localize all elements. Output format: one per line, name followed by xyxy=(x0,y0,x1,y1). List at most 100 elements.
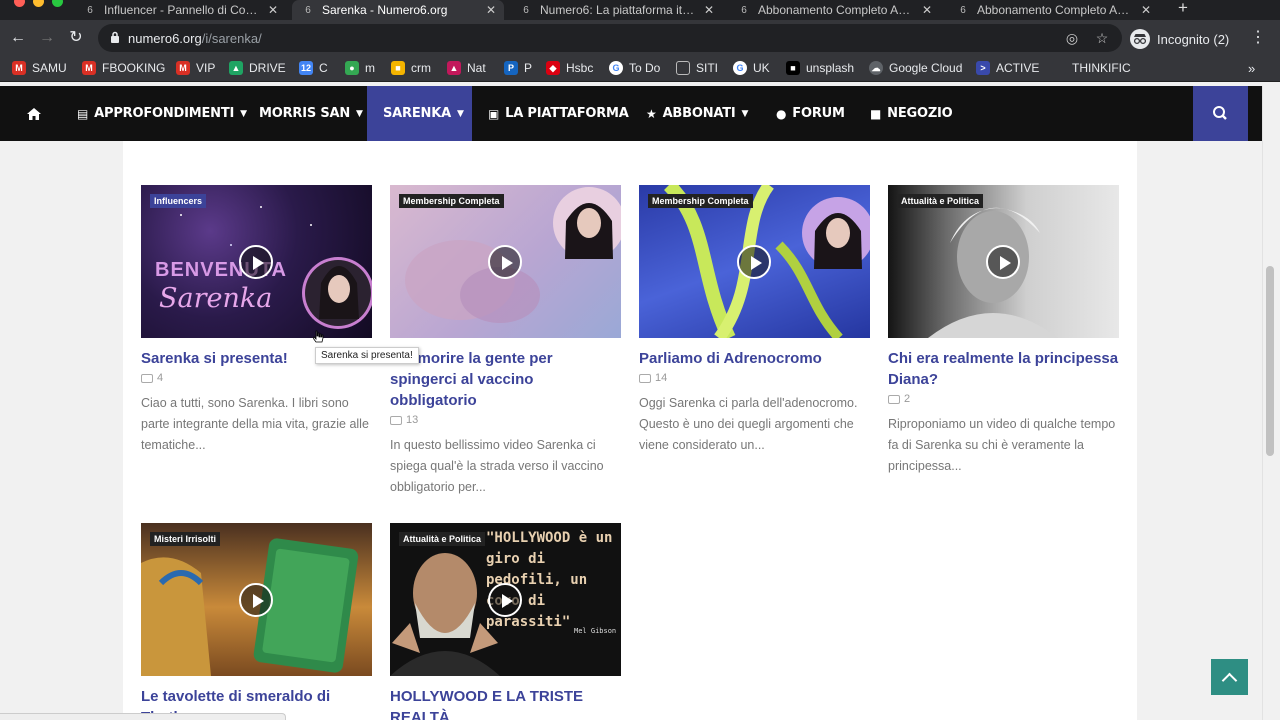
more-bookmarks-icon[interactable]: » xyxy=(1248,61,1255,76)
tab-close-icon[interactable]: ✕ xyxy=(486,3,496,17)
lock-icon: ■ xyxy=(391,61,405,75)
more-options-icon[interactable]: ⋮ xyxy=(1250,28,1266,48)
category-badge[interactable]: Attualità e Politica xyxy=(399,532,486,546)
play-icon[interactable] xyxy=(488,245,522,279)
category-badge[interactable]: Attualità e Politica xyxy=(897,194,984,208)
bookmark-label: C xyxy=(319,61,328,75)
tab-close-icon[interactable]: ✕ xyxy=(1141,3,1151,17)
category-badge[interactable]: Membership Completa xyxy=(399,194,504,208)
back-arrow-icon[interactable]: ← xyxy=(8,28,28,48)
comments-icon xyxy=(639,373,651,383)
bookmark-item[interactable]: SITI xyxy=(676,61,718,75)
comments-icon xyxy=(888,394,900,404)
chevron-down-icon: ▼ xyxy=(356,108,363,119)
nav-item-negozio[interactable]: ■ NEGOZIO xyxy=(870,86,953,141)
play-icon[interactable] xyxy=(488,583,522,617)
nav-item-approfondimenti[interactable]: ▤ APPROFONDIMENTI ▼ xyxy=(77,86,247,141)
post-thumbnail[interactable]: Attualità e Politica xyxy=(888,185,1119,338)
post-thumbnail[interactable]: Membership Completa xyxy=(639,185,870,338)
nav-label: LA PIATTAFORMA xyxy=(505,106,629,121)
site-search-button[interactable] xyxy=(1193,86,1248,141)
forward-arrow-icon[interactable]: → xyxy=(37,28,57,48)
comment-count[interactable]: 13 xyxy=(390,414,621,426)
bookmark-item[interactable]: ■ unsplash xyxy=(786,61,854,75)
unsplash-icon: ■ xyxy=(786,61,800,75)
browser-tab[interactable]: 6 Numero6: La piattaforma italiana ✕ xyxy=(510,0,722,20)
bookmark-item[interactable]: M SAMU xyxy=(12,61,67,75)
bookmark-label: m xyxy=(365,61,375,75)
google-icon: G xyxy=(733,61,747,75)
gmail-icon: M xyxy=(176,61,190,75)
bookmark-item[interactable]: M VIP xyxy=(176,61,215,75)
bookmark-item[interactable]: M FBOOKING xyxy=(82,61,165,75)
browser-tab[interactable]: 6 Abbonamento Completo ANNUALE ✕ xyxy=(947,0,1159,20)
post-title-link[interactable]: HOLLYWOOD E LA TRISTE REALTÀ xyxy=(390,686,621,720)
bookmark-item[interactable]: ■ crm xyxy=(391,61,431,75)
browser-tab-active[interactable]: 6 Sarenka - Numero6.org ✕ xyxy=(292,0,504,20)
post-card: Membership Completa Parliamo di Adrenocr… xyxy=(639,185,870,456)
bookmark-item[interactable]: ● m xyxy=(345,61,375,75)
bookmark-item[interactable]: THINKIFIC xyxy=(1052,61,1131,75)
comment-count[interactable]: 2 xyxy=(888,393,1119,405)
post-title-link[interactable]: Parliamo di Adrenocromo xyxy=(639,348,870,369)
bookmark-label: VIP xyxy=(196,61,216,75)
play-icon[interactable] xyxy=(239,245,273,279)
bookmark-star-icon[interactable]: ☆ xyxy=(1094,30,1110,46)
reload-icon[interactable]: ↻ xyxy=(66,28,86,48)
window-minimize-dot[interactable] xyxy=(33,0,44,7)
bookmark-item[interactable]: G UK xyxy=(733,61,770,75)
window-zoom-dot[interactable] xyxy=(52,0,63,7)
nav-label: MORRIS SAN xyxy=(259,106,351,121)
bookmark-item[interactable]: ◆ Hsbc xyxy=(546,61,593,75)
post-title-link[interactable]: Chi era realmente la principessa Diana? xyxy=(888,348,1119,390)
comment-count[interactable]: 4 xyxy=(141,372,372,384)
comment-count-value: 14 xyxy=(655,372,668,384)
play-icon[interactable] xyxy=(737,245,771,279)
bookmark-item[interactable]: ▲ Nat xyxy=(447,61,486,75)
category-badge[interactable]: Influencers xyxy=(150,194,207,208)
tracking-blocked-eye-icon[interactable]: ◎ xyxy=(1064,30,1080,46)
bookmark-item[interactable]: G To Do xyxy=(609,61,660,75)
post-thumbnail[interactable]: Attualità e Politica "HOLLYWOOD è un gir… xyxy=(390,523,621,676)
scrollbar-thumb[interactable] xyxy=(1266,266,1274,456)
browser-tab[interactable]: 6 Abbonamento Completo ANNUALE ✕ xyxy=(728,0,940,20)
bookmark-item[interactable]: PP xyxy=(504,61,532,75)
nav-item-abbonati[interactable]: ★ ABBONATI ▼ xyxy=(646,86,748,141)
post-thumbnail[interactable]: Misteri Irrisolti xyxy=(141,523,372,676)
bookmark-label: DRIVE xyxy=(249,61,286,75)
back-to-top-button[interactable] xyxy=(1211,659,1248,695)
play-icon[interactable] xyxy=(986,245,1020,279)
bookmark-item[interactable]: ☁ Google Cloud xyxy=(869,61,962,75)
bookmark-item[interactable]: 12 C xyxy=(299,61,328,75)
new-tab-button[interactable]: + xyxy=(1174,0,1192,18)
bookmark-item[interactable]: > ACTIVE xyxy=(976,61,1039,75)
nav-item-morris-san[interactable]: MORRIS SAN ▼ xyxy=(259,86,363,141)
tab-close-icon[interactable]: ✕ xyxy=(268,3,278,17)
tab-close-icon[interactable]: ✕ xyxy=(922,3,932,17)
post-thumbnail[interactable]: Membership Completa xyxy=(390,185,621,338)
comments-icon xyxy=(390,415,402,425)
comment-count[interactable]: 14 xyxy=(639,372,870,384)
window-close-dot[interactable] xyxy=(14,0,25,7)
url-text: numero6.org/i/sarenka/ xyxy=(128,31,262,46)
nav-item-la-piattaforma[interactable]: ▣ LA PIATTAFORMA xyxy=(488,86,629,141)
incognito-profile-button[interactable]: Incognito (2) xyxy=(1130,29,1229,49)
browser-tab[interactable]: 6 Influencer - Pannello di Controllo ✕ xyxy=(74,0,286,20)
nav-item-forum[interactable]: ● FORUM xyxy=(776,86,845,141)
play-icon[interactable] xyxy=(239,583,273,617)
category-badge[interactable]: Misteri Irrisolti xyxy=(150,532,221,546)
bookmark-item[interactable]: ▲ DRIVE xyxy=(229,61,286,75)
post-card: Membership Completa Far morire la gente … xyxy=(390,185,621,498)
post-card: Attualità e Politica "HOLLYWOOD è un gir… xyxy=(390,523,621,720)
nav-label: FORUM xyxy=(792,106,845,121)
address-bar[interactable]: numero6.org/i/sarenka/ ◎ ☆ xyxy=(98,24,1122,52)
nav-item-sarenka[interactable]: SARENKA ▼ xyxy=(367,86,472,141)
category-badge[interactable]: Membership Completa xyxy=(648,194,753,208)
shopping-bag-icon: ■ xyxy=(870,106,882,121)
tab-close-icon[interactable]: ✕ xyxy=(704,3,714,17)
post-thumbnail[interactable]: Influencers BENVENUTA Sarenka xyxy=(141,185,372,338)
comment-count-value: 4 xyxy=(157,372,164,384)
google-icon: G xyxy=(609,61,623,75)
post-title-link[interactable]: Far morire la gente per spingerci al vac… xyxy=(390,348,621,411)
nav-home[interactable] xyxy=(27,86,41,141)
